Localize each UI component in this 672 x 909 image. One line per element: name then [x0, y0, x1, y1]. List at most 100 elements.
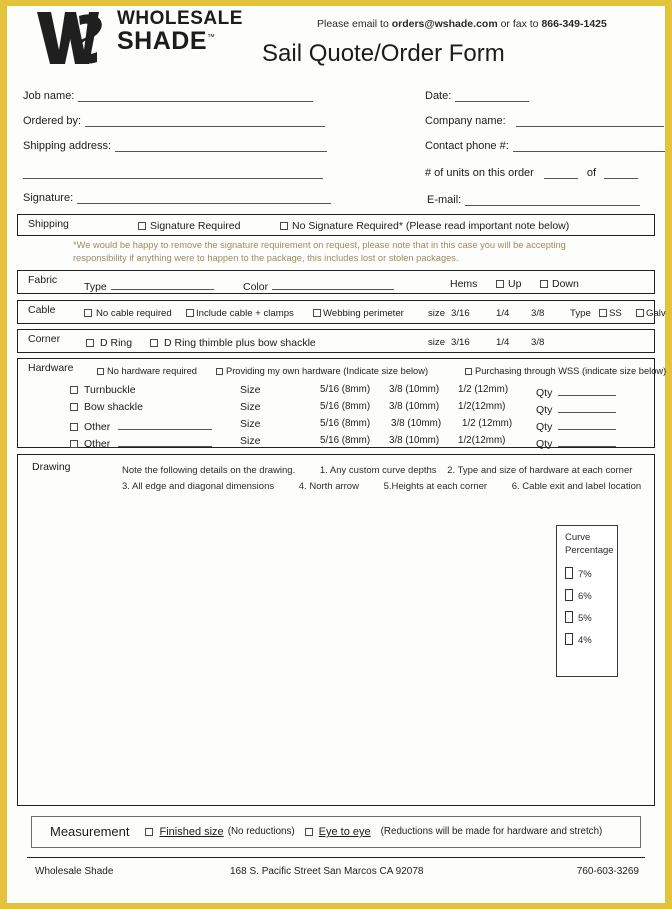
- cable-size-option-2[interactable]: 1/4: [496, 308, 509, 319]
- cable-type-galv-option[interactable]: Galv: [636, 308, 666, 319]
- hardware-size-option-1[interactable]: 5/16 (8mm): [320, 384, 370, 395]
- signature-required-checkbox[interactable]: [138, 222, 146, 230]
- curve-7-checkbox[interactable]: [565, 566, 573, 579]
- curve-4-checkbox[interactable]: [565, 632, 573, 645]
- cable-size-option-1[interactable]: 3/16: [451, 308, 470, 319]
- units-total-input[interactable]: [604, 167, 639, 179]
- hems-down-checkbox[interactable]: [540, 279, 548, 288]
- job-name-field[interactable]: Job name:: [23, 90, 314, 102]
- cable-no-cable-option[interactable]: No cable required: [84, 308, 172, 319]
- contact-phone-field[interactable]: Contact phone #:: [425, 140, 665, 152]
- fabric-hems-down-option[interactable]: Down: [540, 278, 579, 290]
- measurement-finished-size-option[interactable]: Finished size: [145, 826, 224, 838]
- corner-d-ring-thimble-option[interactable]: D Ring thimble plus bow shackle: [150, 337, 316, 349]
- no-cable-required-checkbox[interactable]: [84, 308, 92, 317]
- cable-webbing-option[interactable]: Webbing perimeter: [313, 308, 404, 319]
- hardware-row-checkbox[interactable]: [70, 422, 78, 431]
- drawing-section[interactable]: Drawing Note the following details on th…: [17, 453, 655, 806]
- hardware-size-option-1[interactable]: 5/16 (8mm): [320, 418, 370, 429]
- hardware-size-option-2[interactable]: 3/8 (10mm): [391, 418, 441, 429]
- company-name-input[interactable]: [515, 115, 664, 127]
- fabric-color-input[interactable]: [272, 278, 395, 290]
- hardware-size-option-3[interactable]: 1/2(12mm): [458, 401, 505, 412]
- email-field[interactable]: E-mail:: [427, 194, 641, 206]
- job-name-input[interactable]: [78, 90, 314, 102]
- curve-option-5[interactable]: 5%: [565, 610, 617, 624]
- signature-input[interactable]: [77, 192, 332, 204]
- finished-size-checkbox[interactable]: [145, 827, 154, 836]
- hardware-qty-field[interactable]: Qty: [536, 384, 617, 399]
- hardware-qty-field[interactable]: Qty: [536, 401, 617, 416]
- hardware-qty-field[interactable]: Qty: [536, 418, 617, 433]
- hardware-qty-input[interactable]: [558, 401, 617, 413]
- hardware-row-checkbox[interactable]: [70, 402, 78, 411]
- no-signature-required-checkbox[interactable]: [280, 222, 288, 230]
- hardware-size-option-3[interactable]: 1/2(12mm): [458, 435, 505, 446]
- ordered-by-input[interactable]: [85, 115, 326, 127]
- curve-option-4[interactable]: 4%: [565, 632, 617, 646]
- contact-phone-input[interactable]: [512, 140, 665, 152]
- include-cable-checkbox[interactable]: [186, 308, 194, 317]
- hardware-own-option[interactable]: Providing my own hardware (Indicate size…: [216, 366, 428, 376]
- date-input[interactable]: [455, 90, 530, 102]
- curve-5-checkbox[interactable]: [565, 610, 573, 623]
- webbing-perimeter-checkbox[interactable]: [313, 308, 321, 317]
- hardware-qty-input[interactable]: [558, 435, 617, 447]
- measurement-eye-to-eye-option[interactable]: Eye to eye: [304, 826, 371, 838]
- table-row[interactable]: Turnbuckle: [70, 384, 136, 396]
- hardware-wss-option[interactable]: Purchasing through WSS (indicate size be…: [465, 366, 666, 376]
- table-row[interactable]: Other: [70, 435, 213, 450]
- corner-size-option-3[interactable]: 3/8: [531, 337, 544, 348]
- shipping-address-field[interactable]: Shipping address:: [23, 140, 328, 152]
- corner-size-option-1[interactable]: 3/16: [451, 337, 470, 348]
- hardware-qty-input[interactable]: [558, 384, 617, 396]
- hardware-size-option-2[interactable]: 3/8 (10mm): [389, 401, 439, 412]
- fabric-hems-up-option[interactable]: Up: [496, 278, 521, 290]
- company-name-field[interactable]: Company name:: [425, 115, 664, 127]
- shipping-no-signature-option[interactable]: No Signature Required* (Please read impo…: [280, 220, 569, 232]
- hardware-row-checkbox[interactable]: [70, 385, 78, 394]
- signature-field[interactable]: Signature:: [23, 192, 332, 204]
- ordered-by-field[interactable]: Ordered by:: [23, 115, 326, 127]
- shipping-address-input-line2[interactable]: [23, 167, 323, 179]
- hardware-row-other-input[interactable]: [118, 435, 213, 447]
- hardware-size-option-1[interactable]: 5/16 (8mm): [320, 401, 370, 412]
- d-ring-thimble-checkbox[interactable]: [150, 338, 158, 347]
- fabric-type-input[interactable]: [110, 278, 214, 290]
- hardware-row-other-input[interactable]: [118, 418, 213, 430]
- hardware-size-option-2[interactable]: 3/8 (10mm): [389, 384, 439, 395]
- hardware-none-option[interactable]: No hardware required: [97, 366, 197, 376]
- shipping-signature-required-option[interactable]: Signature Required: [138, 220, 240, 232]
- cable-galv-checkbox[interactable]: [636, 308, 644, 317]
- fabric-color-field[interactable]: Color: [243, 278, 395, 293]
- hardware-size-option-2[interactable]: 3/8 (10mm): [389, 435, 439, 446]
- cable-size-option-3[interactable]: 3/8: [531, 308, 544, 319]
- shipping-address-field-line2[interactable]: [23, 167, 323, 179]
- units-field[interactable]: # of units on this order of: [425, 167, 639, 179]
- units-count-input[interactable]: [543, 167, 578, 179]
- curve-option-6[interactable]: 6%: [565, 588, 617, 602]
- cable-type-ss-option[interactable]: SS: [599, 308, 622, 319]
- d-ring-checkbox[interactable]: [86, 338, 94, 347]
- table-row[interactable]: Bow shackle: [70, 401, 143, 413]
- shipping-address-input[interactable]: [115, 140, 328, 152]
- email-input[interactable]: [465, 194, 641, 206]
- hardware-qty-field[interactable]: Qty: [536, 435, 617, 450]
- hems-up-checkbox[interactable]: [496, 279, 504, 288]
- date-field[interactable]: Date:: [425, 90, 530, 102]
- cable-ss-checkbox[interactable]: [599, 308, 607, 317]
- no-hardware-required-checkbox[interactable]: [97, 367, 104, 375]
- curve-option-7[interactable]: 7%: [565, 566, 617, 580]
- hardware-size-option-3[interactable]: 1/2 (12mm): [462, 418, 512, 429]
- purchase-wss-checkbox[interactable]: [465, 367, 472, 375]
- corner-d-ring-option[interactable]: D Ring: [86, 337, 132, 349]
- eye-to-eye-checkbox[interactable]: [304, 827, 313, 836]
- cable-include-option[interactable]: Include cable + clamps: [186, 308, 294, 319]
- own-hardware-checkbox[interactable]: [216, 367, 223, 375]
- fabric-type-field[interactable]: Type: [84, 278, 214, 293]
- curve-6-checkbox[interactable]: [565, 588, 573, 601]
- hardware-row-checkbox[interactable]: [70, 439, 78, 448]
- hardware-size-option-1[interactable]: 5/16 (8mm): [320, 435, 370, 446]
- hardware-qty-input[interactable]: [558, 418, 617, 430]
- hardware-size-option-3[interactable]: 1/2 (12mm): [458, 384, 508, 395]
